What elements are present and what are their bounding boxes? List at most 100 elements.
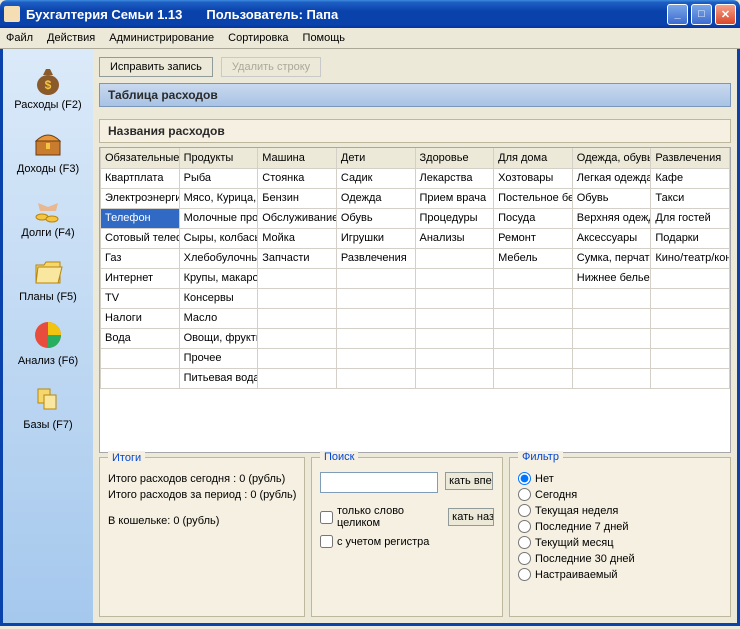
table-cell[interactable]	[258, 288, 337, 308]
table-row[interactable]: ВодаОвощи, фрукты	[101, 328, 730, 348]
table-cell[interactable]	[494, 268, 573, 288]
column-header[interactable]: Продукты	[179, 148, 258, 168]
table-row[interactable]: КвартплатаРыбаСтоянкаСадикЛекарстваХозто…	[101, 168, 730, 188]
table-cell[interactable]: Кино/театр/концерт	[651, 248, 730, 268]
table-cell[interactable]: Постельное белье	[494, 188, 573, 208]
table-cell[interactable]	[336, 368, 415, 388]
table-cell[interactable]: Одежда	[336, 188, 415, 208]
sidebar-item[interactable]: Долги (F4)	[7, 183, 89, 245]
table-cell[interactable]: Вода	[101, 328, 180, 348]
table-cell[interactable]: Лекарства	[415, 168, 494, 188]
filter-radio[interactable]	[518, 536, 531, 549]
table-cell[interactable]: Хозтовары	[494, 168, 573, 188]
table-cell[interactable]: Посуда	[494, 208, 573, 228]
table-cell[interactable]	[494, 288, 573, 308]
table-cell[interactable]: Налоги	[101, 308, 180, 328]
table-cell[interactable]: Хлебобулочные	[179, 248, 258, 268]
table-cell[interactable]	[494, 308, 573, 328]
table-cell[interactable]: Масло	[179, 308, 258, 328]
table-cell[interactable]: Квартплата	[101, 168, 180, 188]
filter-radio[interactable]	[518, 520, 531, 533]
filter-option[interactable]: Нет	[518, 472, 722, 485]
table-cell[interactable]: Обувь	[336, 208, 415, 228]
table-row[interactable]: Сотовый телефонСыры, колбасыМойкаИгрушки…	[101, 228, 730, 248]
table-cell[interactable]	[258, 308, 337, 328]
table-cell[interactable]	[572, 328, 651, 348]
table-row[interactable]: Прочее	[101, 348, 730, 368]
table-cell[interactable]	[651, 348, 730, 368]
expense-table[interactable]: ОбязательныеПродуктыМашинаДетиЗдоровьеДл…	[99, 147, 731, 453]
table-row[interactable]: НалогиМасло	[101, 308, 730, 328]
table-cell[interactable]	[101, 368, 180, 388]
menu-item[interactable]: Файл	[6, 32, 33, 44]
maximize-button[interactable]: □	[691, 4, 712, 25]
column-header[interactable]: Машина	[258, 148, 337, 168]
filter-radio[interactable]	[518, 552, 531, 565]
match-case-checkbox[interactable]	[320, 535, 333, 548]
table-cell[interactable]	[651, 368, 730, 388]
table-cell[interactable]	[415, 248, 494, 268]
table-cell[interactable]	[651, 328, 730, 348]
table-cell[interactable]: Рыба	[179, 168, 258, 188]
table-cell[interactable]: Мебель	[494, 248, 573, 268]
table-cell[interactable]	[651, 288, 730, 308]
table-cell[interactable]	[494, 328, 573, 348]
table-cell[interactable]: Мясо, Курица,	[179, 188, 258, 208]
table-cell[interactable]	[415, 368, 494, 388]
table-cell[interactable]	[415, 328, 494, 348]
table-cell[interactable]: Кафе	[651, 168, 730, 188]
table-cell[interactable]: Прочее	[179, 348, 258, 368]
table-cell[interactable]: Легкая одежда	[572, 168, 651, 188]
table-cell[interactable]: Овощи, фрукты	[179, 328, 258, 348]
sidebar-item[interactable]: $Расходы (F2)	[7, 55, 89, 117]
table-cell[interactable]: Для гостей	[651, 208, 730, 228]
filter-option[interactable]: Сегодня	[518, 488, 722, 501]
search-back-button[interactable]: кать назад	[448, 508, 494, 526]
column-header[interactable]: Одежда, обувь	[572, 148, 651, 168]
table-cell[interactable]: Такси	[651, 188, 730, 208]
search-forward-button[interactable]: кать вперед	[445, 472, 493, 490]
table-cell[interactable]: Молочные про	[179, 208, 258, 228]
filter-radio[interactable]	[518, 488, 531, 501]
table-cell[interactable]: Мойка	[258, 228, 337, 248]
table-cell[interactable]: Подарки	[651, 228, 730, 248]
table-cell[interactable]	[258, 348, 337, 368]
table-cell[interactable]	[336, 288, 415, 308]
sidebar-item[interactable]: Планы (F5)	[7, 247, 89, 309]
filter-radio[interactable]	[518, 504, 531, 517]
table-cell[interactable]	[651, 268, 730, 288]
table-cell[interactable]: Анализы	[415, 228, 494, 248]
table-cell[interactable]	[336, 348, 415, 368]
table-cell[interactable]: Обслуживание	[258, 208, 337, 228]
table-cell[interactable]: Аксессуары	[572, 228, 651, 248]
menu-item[interactable]: Администрирование	[109, 32, 214, 44]
table-cell[interactable]	[572, 368, 651, 388]
column-header[interactable]: Дети	[336, 148, 415, 168]
table-cell[interactable]	[336, 328, 415, 348]
filter-option[interactable]: Настраиваемый	[518, 568, 722, 581]
minimize-button[interactable]: _	[667, 4, 688, 25]
table-cell[interactable]	[101, 348, 180, 368]
column-header[interactable]: Для дома	[494, 148, 573, 168]
table-cell[interactable]	[572, 348, 651, 368]
filter-radio[interactable]	[518, 568, 531, 581]
filter-option[interactable]: Последние 30 дней	[518, 552, 722, 565]
table-cell[interactable]	[415, 268, 494, 288]
sidebar-item[interactable]: Анализ (F6)	[7, 311, 89, 373]
table-cell[interactable]	[494, 348, 573, 368]
table-cell[interactable]: Интернет	[101, 268, 180, 288]
filter-option[interactable]: Текущий месяц	[518, 536, 722, 549]
search-input[interactable]	[320, 472, 438, 493]
menu-item[interactable]: Помощь	[303, 32, 346, 44]
table-cell[interactable]: Телефон	[101, 208, 180, 228]
table-cell[interactable]	[258, 368, 337, 388]
table-cell[interactable]	[572, 288, 651, 308]
table-cell[interactable]	[494, 368, 573, 388]
table-cell[interactable]: Бензин	[258, 188, 337, 208]
table-cell[interactable]: Обувь	[572, 188, 651, 208]
table-cell[interactable]: Верхняя одежда	[572, 208, 651, 228]
table-cell[interactable]	[415, 348, 494, 368]
filter-option[interactable]: Текущая неделя	[518, 504, 722, 517]
table-cell[interactable]	[415, 288, 494, 308]
column-header[interactable]: Развлечения	[651, 148, 730, 168]
